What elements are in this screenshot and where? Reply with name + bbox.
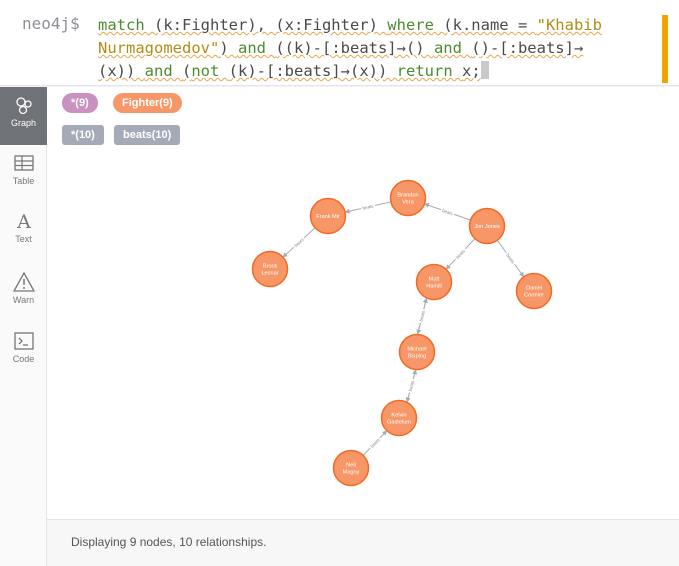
status-bar: Displaying 9 nodes, 10 relationships.: [47, 519, 679, 566]
query-token: match: [98, 16, 154, 34]
svg-text:A: A: [16, 211, 31, 232]
query-token: "Khabib: [536, 16, 602, 34]
node-caption: Hamill: [426, 283, 442, 289]
legend-rel-all[interactable]: *(10): [62, 125, 104, 145]
query-token: ()-[:beats]→: [471, 39, 584, 57]
legend-rel-beats[interactable]: beats(10): [114, 125, 181, 145]
warning-icon: [12, 271, 35, 292]
node-caption: Kelvin: [391, 413, 406, 419]
query-line-3: (x)) and (not (k)-[:beats]→(x)) return x…: [98, 60, 602, 83]
query-token: (k:Fighter), (x:Fighter): [154, 16, 388, 34]
sidebar-item-label: Code: [12, 354, 35, 364]
node-caption: Bisping: [408, 353, 426, 359]
query-token: (k)-[:beats]→(x)): [228, 62, 397, 80]
legend-node-fighter[interactable]: Fighter(9): [113, 93, 182, 113]
node-brandon[interactable]: BrandonVera: [389, 179, 427, 217]
node-caption: Michael: [407, 347, 426, 353]
node-caption: Lesnar: [261, 270, 278, 276]
sidebar-item-code[interactable]: Code: [0, 323, 47, 381]
node-kelvin[interactable]: KelvinGastelum: [380, 399, 418, 437]
node-caption: Jon Jones: [474, 224, 500, 230]
node-caption: Brandon: [397, 193, 418, 199]
sidebar-item-label: Text: [15, 234, 32, 244]
query-token: where: [387, 16, 444, 34]
node-caption: Daniel: [526, 286, 542, 292]
error-accent-strip: [662, 15, 668, 83]
query-text[interactable]: match (k:Fighter), (x:Fighter) where (k.…: [98, 14, 602, 83]
query-editor[interactable]: neo4j$ match (k:Fighter), (x:Fighter) wh…: [0, 0, 679, 86]
node-brock[interactable]: BrockLesnar: [251, 250, 289, 288]
node-caption: Vera: [402, 199, 414, 205]
legend-node-all[interactable]: *(9): [62, 93, 98, 113]
query-line-1: match (k:Fighter), (x:Fighter) where (k.…: [98, 14, 602, 37]
sidebar-item-label: Graph: [10, 118, 36, 128]
query-token: return: [396, 62, 462, 80]
sidebar-item-table[interactable]: Table: [0, 145, 47, 203]
node-caption: Matt: [429, 277, 440, 283]
graph-icon: [15, 97, 32, 115]
node-jon[interactable]: Jon Jones: [468, 207, 506, 245]
node-caption: Frank Mir: [316, 214, 340, 220]
node-caption: Gastelum: [387, 419, 411, 425]
node-neil[interactable]: NeilMagny: [332, 449, 370, 487]
node-frank[interactable]: Frank Mir: [309, 197, 347, 235]
query-token: Nurmagomedov": [98, 39, 220, 57]
query-token: ((k)-[:beats]→(): [275, 39, 434, 57]
text-icon: A: [16, 211, 31, 232]
query-token: and: [238, 39, 276, 57]
result-frame: *(9) Fighter(9) *(10) beats(10) beats bea…: [47, 87, 679, 566]
query-token: (x)): [98, 62, 145, 80]
sidebar-item-text[interactable]: A Text: [0, 203, 47, 261]
node-michael[interactable]: MichaelBisping: [398, 333, 436, 371]
node-caption: Magny: [343, 469, 360, 475]
sidebar-item-label: Table: [12, 176, 35, 186]
query-token: (: [182, 62, 192, 80]
code-icon: [13, 332, 34, 350]
graph-canvas[interactable]: beatsbeatsbeatsbeats beatsbeatsbeatsbeats…: [47, 157, 679, 519]
prompt-label: neo4j$: [22, 14, 80, 33]
node-daniel[interactable]: DanielCormier: [515, 272, 553, 310]
node-matt[interactable]: MattHamill: [415, 263, 453, 301]
query-token: not: [191, 62, 229, 80]
node-caption: Brock: [263, 264, 278, 270]
text-cursor: [480, 61, 489, 79]
result-view-sidebar: Graph Table A Text Warn Code: [0, 87, 47, 566]
sidebar-item-graph[interactable]: Graph: [0, 87, 47, 145]
query-token: (k.name =: [443, 16, 537, 34]
status-text: Displaying 9 nodes, 10 relationships.: [71, 535, 267, 549]
table-icon: [13, 155, 34, 171]
sidebar-item-warn[interactable]: Warn: [0, 264, 47, 322]
node-caption: Neil: [346, 463, 356, 469]
sidebar-item-label: Warn: [12, 295, 35, 305]
query-token: ): [219, 39, 238, 57]
query-line-2: Nurmagomedov") and ((k)-[:beats]→() and …: [98, 37, 602, 60]
node-caption: Cormier: [524, 292, 544, 298]
query-token: x;: [461, 62, 481, 80]
query-token: and: [433, 39, 472, 57]
query-token: and: [144, 62, 182, 80]
